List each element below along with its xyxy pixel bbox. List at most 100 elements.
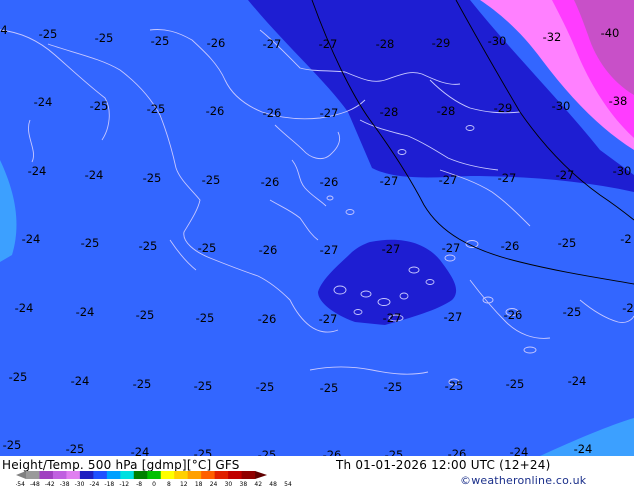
temperature-label: -27 [556,168,575,182]
temperature-label: -25 [95,31,114,45]
temperature-label: -27 [439,173,458,187]
legend-tick-label: -54 [16,481,25,488]
legend-bar [16,471,268,479]
legend-tick-label: 38 [240,481,248,488]
temperature-label: -27 [320,106,339,120]
temperature-label: -25 [39,27,58,41]
legend-tick-label: -18 [104,481,114,488]
temperature-label: -25 [256,380,275,394]
legend-tick-label: -12 [119,481,129,488]
map-footer: Height/Temp. 500 hPa [gdmp][°C] GFS Th 0… [0,456,634,490]
temperature-label: -27 [380,174,399,188]
temperature-label: -26 [320,175,339,189]
legend-swatch [214,471,229,479]
temperature-label: -25 [506,377,525,391]
temperature-label: -25 [563,305,582,319]
temperature-label: -27 [263,37,282,51]
temperature-label: -30 [552,99,571,113]
temperature-label: -25 [445,379,464,393]
legend-tick-label: 0 [152,481,156,488]
temperature-label: -25 [258,448,277,456]
temperature-label: -25 [194,447,213,456]
temperature-label: -25 [385,448,404,456]
temperature-label: -25 [202,173,221,187]
temperature-label: -2 [620,232,631,246]
credit-link[interactable]: ©weatheronline.co.uk [460,474,586,487]
temperature-label: -24 [76,305,95,319]
temperature-label: -25 [139,239,158,253]
legend-tick-label: -42 [45,481,55,488]
legend-swatch [160,471,175,479]
legend-tick-label: 42 [254,481,262,488]
temperature-label: -26 [448,447,467,456]
legend-swatch [228,471,242,479]
temperature-label: -25 [384,380,403,394]
temperature-label: -29 [494,101,513,115]
temperature-label: -27 [319,312,338,326]
temperature-label: -25 [81,236,100,250]
temperature-label: -32 [543,30,562,44]
legend-swatch [133,471,148,479]
temperature-label: -24 [34,95,53,109]
temperature-label: -25 [147,102,166,116]
temperature-label: -27 [498,171,517,185]
temperature-label: -38 [609,94,628,108]
temperature-label: -25 [558,236,577,250]
temperature-label: -2 [622,301,633,315]
temperature-label: -25 [196,311,215,325]
temperature-label: -24 [510,445,529,456]
temperature-label: -25 [133,377,152,391]
temperature-label: -27 [319,37,338,51]
legend-tick-label: -38 [60,481,70,488]
legend-swatch [147,471,162,479]
legend-tick-label: 48 [269,481,277,488]
legend-swatch [174,471,189,479]
legend-swatch [39,471,54,479]
temperature-label: -25 [198,241,217,255]
weather-map-view: -25 -25 -25 -26 -27 -27 -28 -29 -30 -32 -40 -24 -25-… [0,0,634,490]
temperature-label: -24 [131,445,150,456]
temperature-label: -24 [15,301,34,315]
legend-swatch [187,471,202,479]
legend-swatch [26,471,40,479]
legend-tick-label: 54 [284,481,292,488]
temperature-label: -27 [320,243,339,257]
temperature-label: -26 [323,448,342,456]
legend-tick-label: 18 [195,481,203,488]
temperature-label: -26 [261,175,280,189]
valid-time: Th 01-01-2026 12:00 UTC (12+24) [336,458,551,472]
temperature-label: -25 [90,99,109,113]
temperature-label: -26 [504,308,523,322]
temperature-label: -4 [0,23,8,37]
temperature-label: -25 [143,171,162,185]
legend-swatch [66,471,81,479]
temperature-label: -26 [263,106,282,120]
legend-swatch [255,471,268,479]
temperature-label: -27 [383,311,402,325]
temperature-label: -25 [3,438,22,452]
legend-swatch [120,471,135,479]
temperature-label: -26 [206,104,225,118]
legend-tick-label: -24 [90,481,100,488]
legend-ticks: -54 -48 -42 -38 -30 -24 -18 -12 -8 0 8 12 18 24 30 38 42… [16,481,292,488]
legend-swatch [16,471,26,479]
map-title: Height/Temp. 500 hPa [gdmp][°C] GFS [2,458,240,472]
temperature-label: -25 [320,381,339,395]
legend-swatch [106,471,121,479]
legend-swatch [52,471,67,479]
temperature-label: -27 [442,241,461,255]
temperature-label: -30 [613,164,632,178]
temperature-label: -24 [85,168,104,182]
temperature-label: -26 [258,312,277,326]
legend-swatch [79,471,94,479]
legend-tick-label: 30 [225,481,233,488]
legend-tick-label: 24 [210,481,218,488]
temperature-label: -25 [194,379,213,393]
legend-tick-label: 8 [167,481,171,488]
temperature-label: -25 [66,442,85,456]
temperature-label: -28 [376,37,395,51]
temperature-label: -24 [71,374,90,388]
legend-swatch [241,471,256,479]
temperature-label: -24 [28,164,47,178]
temperature-label: -25 [136,308,155,322]
